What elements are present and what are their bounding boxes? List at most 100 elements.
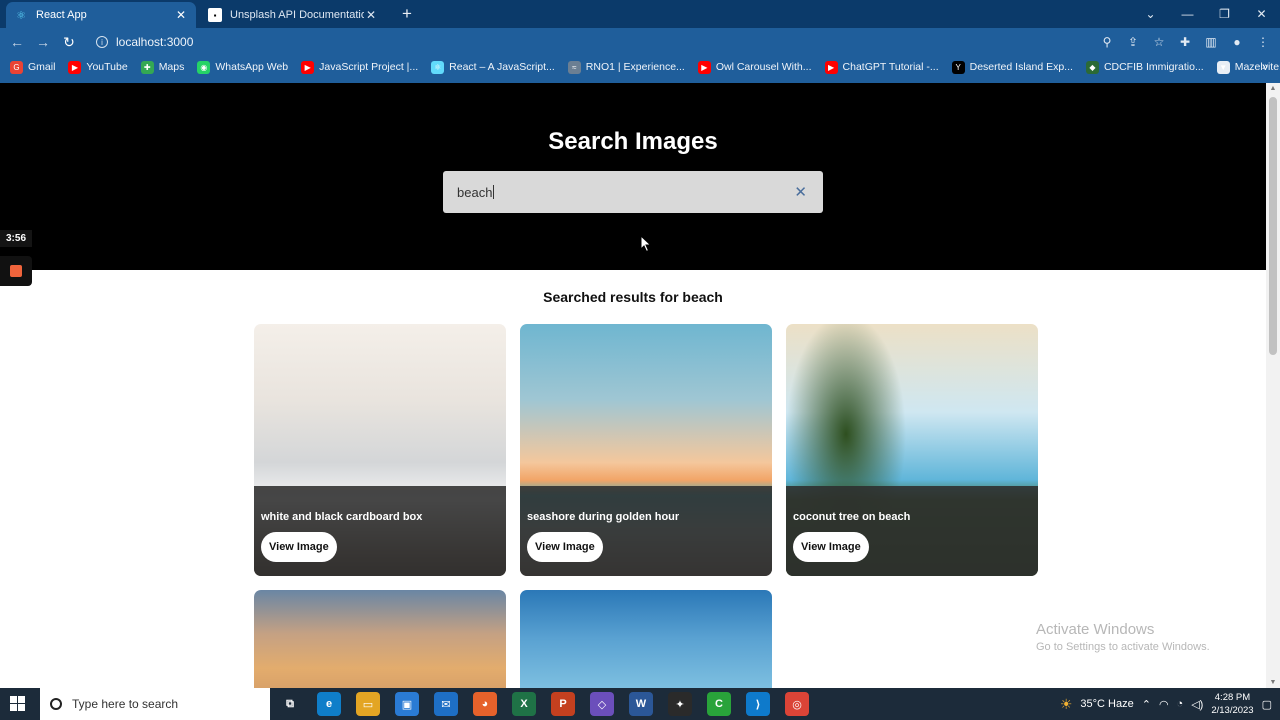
extensions-icon[interactable]: ✚ — [1176, 33, 1194, 51]
reload-icon[interactable]: ↻ — [60, 33, 78, 51]
bookmark-label: React – A JavaScript... — [449, 61, 555, 73]
bookmark-favicon-icon: ▶ — [824, 60, 838, 74]
zoom-icon[interactable]: ⚲ — [1098, 33, 1116, 51]
view-image-button[interactable]: View Image — [793, 532, 869, 562]
vscode-icon[interactable]: ⟩ — [746, 692, 770, 716]
share-icon[interactable]: ⇪ — [1124, 33, 1142, 51]
bookmark-item[interactable]: ▶ JavaScript Project |... — [301, 60, 418, 74]
tab-search-icon[interactable]: ⌄ — [1132, 7, 1169, 21]
new-tab-icon[interactable]: + — [398, 4, 416, 24]
activate-windows-watermark: Activate Windows Go to Settings to activ… — [1036, 621, 1210, 653]
powerpoint-icon[interactable]: P — [551, 692, 575, 716]
image-card: white and black cardboard box View Image — [254, 324, 506, 576]
bookmark-label: Maps — [158, 61, 185, 73]
site-info-icon[interactable]: i — [96, 36, 108, 48]
firefox-icon[interactable]: ◕ — [473, 692, 497, 716]
profile-icon[interactable]: ● — [1228, 33, 1246, 51]
back-icon[interactable]: ← — [8, 33, 26, 51]
toolbar-icons: ⚲ ⇪ ☆ ✚ ▥ ● ⋮ — [1098, 33, 1272, 51]
bookmark-item[interactable]: ✚ Maps — [140, 60, 185, 74]
scroll-up-icon[interactable]: ▲ — [1269, 85, 1277, 92]
mail-icon[interactable]: ✉ — [434, 692, 458, 716]
clear-search-icon[interactable]: ✕ — [794, 183, 807, 201]
forward-icon[interactable]: → — [34, 33, 52, 51]
bookmark-item[interactable]: G Gmail — [10, 60, 55, 74]
windows-start-icon[interactable] — [10, 696, 26, 712]
bookmark-favicon-icon: ◉ — [197, 60, 211, 74]
bookmark-label: RNO1 | Experience... — [585, 61, 685, 73]
task-view-icon[interactable]: ⧉ — [278, 692, 302, 716]
page-scrollbar[interactable]: ▲ ▼ — [1266, 83, 1280, 688]
tab-unsplash-docs[interactable]: ▪ Unsplash API Documentation | F ✕ — [200, 2, 386, 28]
bookmark-label: ChatGPT Tutorial -... — [842, 61, 939, 73]
system-clock[interactable]: 4:28 PM 2/13/2023 — [1211, 691, 1253, 717]
watermark-subtitle: Go to Settings to activate Windows. — [1036, 641, 1210, 653]
network-icon[interactable]: ◠ — [1159, 698, 1169, 711]
tray-chevron-icon[interactable]: ⌃ — [1142, 698, 1151, 711]
system-tray: ☀ 35°C Haze ⌃ ◠ ◔ ◁) 4:28 PM 2/13/2023 ▢ — [1060, 688, 1272, 720]
close-tab-icon[interactable]: ✕ — [364, 8, 378, 22]
card-overlay — [520, 486, 772, 576]
store-icon[interactable]: ▣ — [395, 692, 419, 716]
bookmark-favicon-icon: ▶ — [68, 60, 82, 74]
bookmark-item[interactable]: ▶ Owl Carousel With... — [697, 60, 812, 74]
menu-icon[interactable]: ⋮ — [1254, 33, 1272, 51]
bookmark-item[interactable]: Y Deserted Island Exp... — [951, 60, 1073, 74]
bookmark-item[interactable]: ⚛ React – A JavaScript... — [431, 60, 555, 74]
bookmark-item[interactable]: ▶ ChatGPT Tutorial -... — [824, 60, 939, 74]
bookmark-star-icon[interactable]: ☆ — [1150, 33, 1168, 51]
scrollbar-thumb[interactable] — [1269, 97, 1277, 355]
tab-react-app[interactable]: ⚛ React App ✕ — [6, 2, 196, 28]
restore-icon[interactable]: ❐ — [1206, 7, 1243, 21]
close-tab-icon[interactable]: ✕ — [174, 8, 188, 22]
bookmark-favicon-icon: G — [10, 60, 23, 74]
chrome-icon[interactable]: ◎ — [785, 692, 809, 716]
bookmark-item[interactable]: ◉ WhatsApp Web — [197, 60, 288, 74]
tab-title: React App — [36, 9, 87, 21]
visual-studio-icon[interactable]: ◇ — [590, 692, 614, 716]
excel-icon[interactable]: X — [512, 692, 536, 716]
bookmark-item[interactable]: ▼ Mazelvite: Events — [1216, 60, 1280, 74]
react-icon: ⚛ — [16, 9, 26, 22]
more-bookmarks-icon[interactable]: » — [1262, 56, 1268, 78]
card-title: white and black cardboard box — [261, 511, 423, 523]
word-icon[interactable]: W — [629, 692, 653, 716]
side-panel-icon[interactable]: ▥ — [1202, 33, 1220, 51]
close-window-icon[interactable]: ✕ — [1243, 7, 1280, 21]
stop-recording-button[interactable] — [0, 256, 32, 286]
camtasia-icon[interactable]: C — [707, 692, 731, 716]
bookmark-favicon-icon: ▶ — [697, 60, 711, 74]
search-input-value: beach — [457, 184, 493, 200]
bookmark-favicon-icon: ✚ — [140, 60, 154, 74]
url-text: localhost:3000 — [116, 35, 194, 49]
file-explorer-icon[interactable]: ▭ — [356, 692, 380, 716]
card-overlay — [786, 486, 1038, 576]
edge-icon[interactable]: e — [317, 692, 341, 716]
bookmark-favicon-icon: ▼ — [1216, 60, 1230, 74]
bookmark-item[interactable]: ▶ YouTube — [68, 60, 128, 74]
address-bar[interactable]: i localhost:3000 — [88, 31, 1208, 53]
scroll-down-icon[interactable]: ▼ — [1269, 679, 1277, 686]
search-input[interactable]: beach ✕ — [443, 171, 823, 213]
bookmark-label: Owl Carousel With... — [715, 61, 812, 73]
view-image-button[interactable]: View Image — [527, 532, 603, 562]
image-card — [520, 590, 772, 688]
taskbar-search-placeholder: Type here to search — [72, 697, 179, 711]
view-image-button[interactable]: View Image — [261, 532, 337, 562]
clock-time: 4:28 PM — [1214, 692, 1251, 703]
bookmark-favicon-icon: ⚛ — [431, 60, 445, 74]
screen-recorder-widget: 3:56 — [0, 230, 32, 286]
bookmark-item[interactable]: ◆ CDCFIB Immigratio... — [1085, 60, 1204, 74]
volume-icon[interactable]: ◁) — [1191, 698, 1203, 711]
minimize-icon[interactable]: — — [1169, 7, 1206, 21]
search-icon — [50, 698, 62, 710]
wifi-icon[interactable]: ◔ — [1177, 698, 1184, 710]
card-title: seashore during golden hour — [527, 511, 680, 523]
taskbar-search[interactable]: Type here to search — [40, 688, 270, 720]
card-overlay — [254, 486, 506, 576]
figma-icon[interactable]: ✦ — [668, 692, 692, 716]
notifications-icon[interactable]: ▢ — [1262, 698, 1272, 711]
bookmark-item[interactable]: ≈ RNO1 | Experience... — [567, 60, 685, 74]
card-title: coconut tree on beach — [793, 511, 911, 523]
taskbar-apps: ⧉ e ▭ ▣ ✉ ◕ X P ◇ W ✦ C ⟩ ◎ — [278, 692, 809, 716]
